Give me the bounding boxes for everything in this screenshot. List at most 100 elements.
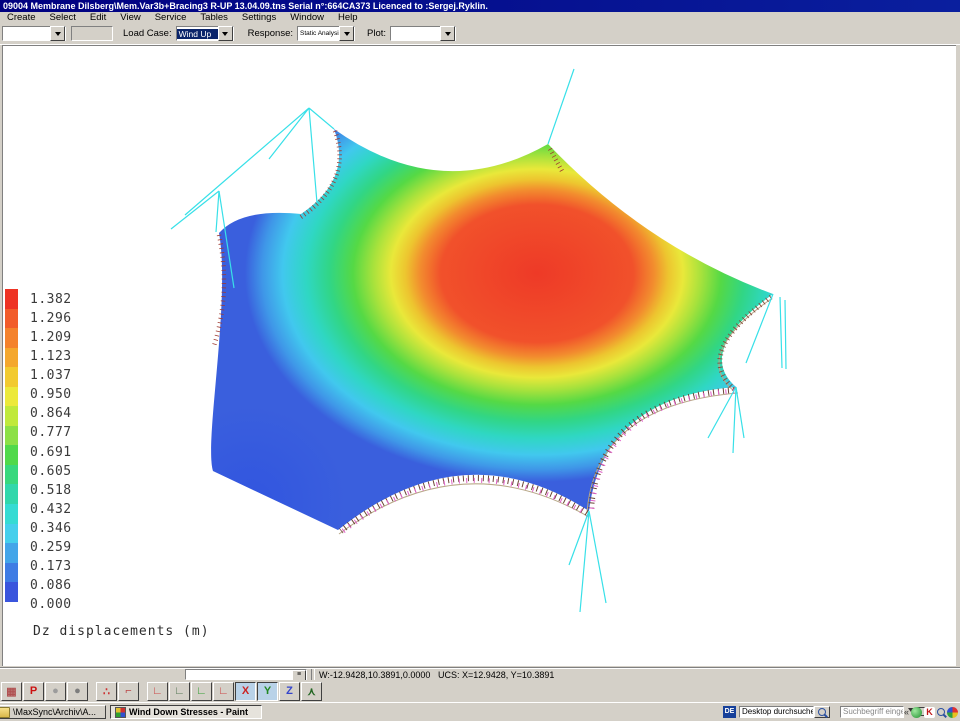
legend-color-band (5, 309, 18, 329)
main-toolbar: Load Case: Wind Up Response: Static Anal… (0, 23, 960, 45)
toolbar-icon: X (242, 685, 249, 697)
legend-value-label: 0.950 (30, 385, 100, 404)
title-bar[interactable]: 09004 Membrane Dilsberg\Mem.Var3b+Bracin… (0, 0, 960, 12)
menu-item[interactable]: Create (0, 12, 43, 23)
toolbar-icon-button[interactable]: ∟ (169, 682, 190, 701)
legend-color-band (5, 582, 18, 602)
legend-color-band (5, 387, 18, 407)
toolbar-icon-button[interactable]: Z (279, 682, 300, 701)
load-case-label: Load Case: (123, 28, 172, 39)
toolbar-inset-panel (71, 26, 113, 41)
legend-color-band (5, 543, 18, 563)
legend-value-label: 1.123 (30, 347, 100, 366)
toolbar-icon: ∴ (103, 685, 110, 698)
toolbar-icon: ∟ (196, 685, 207, 697)
plot-combo[interactable] (390, 26, 456, 41)
search-term-input[interactable]: Suchbegriff einge... (840, 706, 904, 718)
desktop-search-value: Desktop durchsuchen (742, 707, 814, 716)
language-indicator[interactable]: DE (723, 706, 736, 718)
legend-value-label: 0.605 (30, 462, 100, 481)
updater-tray-icon[interactable] (911, 707, 922, 718)
menu-item[interactable]: Edit (83, 12, 113, 23)
search-icon (818, 708, 826, 716)
toolbar-icon-button[interactable]: ⋏ (301, 682, 322, 701)
toolbar-icon-button[interactable]: ∟ (147, 682, 168, 701)
taskbar-window-paint[interactable]: Wind Down Stresses - Paint (110, 705, 262, 719)
legend-color-band (5, 524, 18, 544)
toolbar-icon-button[interactable]: ● (67, 682, 88, 701)
menu-bar: CreateSelectEditViewServiceTablesSetting… (0, 12, 960, 23)
legend-value-label: 1.382 (30, 290, 100, 309)
taskbar-window-explorer[interactable]: \MaxSync\Archiv\A... (0, 705, 106, 719)
toolbar-icon-button[interactable]: X (235, 682, 256, 701)
unnamed-combo[interactable] (2, 26, 66, 41)
menu-item[interactable]: View (113, 12, 147, 23)
legend-color-band (5, 484, 18, 504)
window-title: 09004 Membrane Dilsberg\Mem.Var3b+Bracin… (3, 1, 488, 11)
menu-item[interactable]: Help (331, 12, 365, 23)
toolbar-icon-button[interactable]: ∴ (96, 682, 117, 701)
plot-caption: Dz displacements (m) (33, 624, 210, 639)
k-application-tray-icon[interactable]: K (924, 707, 935, 718)
legend-value-label: 0.777 (30, 423, 100, 442)
membrane-plot (3, 46, 957, 667)
search-button[interactable] (814, 706, 830, 718)
collapse-tray-icon[interactable]: « (904, 707, 909, 717)
status-separator (311, 669, 315, 680)
menu-item[interactable]: Settings (235, 12, 283, 23)
legend-value-label: 1.209 (30, 328, 100, 347)
ucs-coordinates: UCS: X=12.9428, Y=10.3891 (438, 670, 554, 680)
menu-item[interactable]: Window (283, 12, 331, 23)
command-input[interactable]: ≡ (185, 669, 307, 680)
chevron-down-icon[interactable] (440, 26, 455, 41)
menu-item[interactable]: Tables (193, 12, 234, 23)
chevron-down-icon[interactable] (218, 26, 233, 41)
legend-color-band (5, 426, 18, 446)
menu-item[interactable]: Service (148, 12, 194, 23)
snap-toolbar: ▦ P ● ● ∴ ⌐ ∟ ∟ ∟ ∟ X Y Z ⋏ (0, 680, 960, 702)
plot-label: Plot: (367, 28, 386, 39)
world-coordinates: W:-12.9428,10.3891,0.0000 (319, 670, 430, 680)
menu-item[interactable]: Select (43, 12, 83, 23)
toolbar-icon-button[interactable]: ∟ (191, 682, 212, 701)
legend-color-band (5, 563, 18, 583)
taskbar-window-label: Wind Down Stresses - Paint (129, 707, 248, 717)
legend-color-band (5, 445, 18, 465)
desktop-search-input[interactable]: Desktop durchsuchen (739, 706, 814, 718)
toolbar-icon: P (30, 685, 37, 697)
taskbar-window-label: \MaxSync\Archiv\A... (13, 707, 96, 717)
legend-value-label: 1.296 (30, 309, 100, 328)
toolbar-icon-button[interactable]: ∟ (213, 682, 234, 701)
legend-value-label: 0.000 (30, 595, 100, 614)
toolbar-icon-button[interactable]: P (23, 682, 44, 701)
chevron-down-icon[interactable] (50, 26, 65, 41)
toolbar-icon: ∟ (218, 685, 229, 697)
legend-color-band (5, 367, 18, 387)
toolbar-icon: ∟ (174, 685, 185, 697)
taskbar: \MaxSync\Archiv\A... Wind Down Stresses … (0, 702, 960, 721)
toolbar-icon-button[interactable]: Y (257, 682, 278, 701)
toolbar-icon-button[interactable]: ▦ (1, 682, 22, 701)
legend-value-label: 0.518 (30, 481, 100, 500)
paint-icon (115, 707, 126, 718)
legend-color-bar (5, 289, 18, 602)
response-combo[interactable]: Static Analysis Re (297, 26, 355, 41)
load-case-combo[interactable]: Wind Up (176, 26, 234, 41)
magnifier-tray-icon[interactable] (937, 708, 945, 716)
toolbar-icon: ⌐ (125, 685, 131, 697)
system-tray: « K (904, 705, 958, 719)
color-wheel-tray-icon[interactable] (947, 707, 958, 718)
plot-canvas[interactable]: 1.3821.2961.2091.1231.0370.9500.8640.777… (2, 45, 956, 666)
toolbar-icon-button[interactable]: ● (45, 682, 66, 701)
legend-value-label: 0.086 (30, 576, 100, 595)
legend-color-band (5, 328, 18, 348)
legend-color-band (5, 289, 18, 309)
toolbar-icon: ▦ (6, 685, 16, 698)
load-case-value: Wind Up (177, 29, 218, 39)
toolbar-icon-button[interactable]: ⌐ (118, 682, 139, 701)
toolbar-icon: ● (74, 685, 81, 697)
chevron-down-icon[interactable] (339, 26, 354, 41)
folder-icon (0, 707, 10, 718)
search-term-placeholder: Suchbegriff einge... (843, 707, 904, 716)
legend-value-label: 0.432 (30, 500, 100, 519)
